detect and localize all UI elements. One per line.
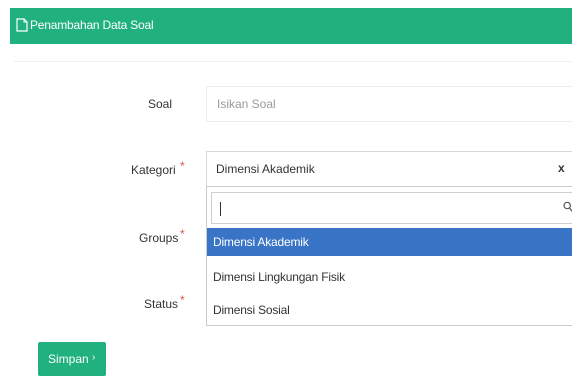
groups-required-mark: * bbox=[180, 227, 185, 241]
chevron-right-icon: › bbox=[92, 352, 96, 363]
header-divider bbox=[14, 61, 572, 62]
soal-input[interactable]: Isikan Soal bbox=[206, 86, 572, 122]
dropdown-option-dimensi-sosial[interactable]: Dimensi Sosial bbox=[207, 296, 572, 324]
kategori-label: Kategori bbox=[131, 163, 176, 177]
status-label: Status bbox=[144, 297, 179, 311]
kategori-selected-value: Dimensi Akademik bbox=[216, 162, 315, 176]
save-button-label: Simpan bbox=[48, 352, 89, 366]
groups-label: Groups bbox=[139, 231, 179, 245]
dropdown-option-dimensi-akademik[interactable]: Dimensi Akademik bbox=[207, 228, 572, 256]
dropdown-search-input[interactable] bbox=[211, 192, 572, 224]
kategori-required-mark: * bbox=[180, 159, 185, 173]
soal-label: Soal bbox=[148, 97, 173, 111]
option-label: Dimensi Akademik bbox=[213, 235, 309, 249]
status-required-mark: * bbox=[180, 293, 185, 307]
option-label: Dimensi Lingkungan Fisik bbox=[213, 270, 345, 284]
document-icon bbox=[16, 18, 28, 32]
kategori-select[interactable]: Dimensi Akademik bbox=[206, 151, 572, 187]
page-title: Penambahan Data Soal bbox=[30, 18, 154, 32]
option-label: Dimensi Sosial bbox=[213, 303, 290, 317]
clear-selection-icon[interactable]: x bbox=[558, 161, 565, 175]
kategori-dropdown: Dimensi Akademik Dimensi Lingkungan Fisi… bbox=[206, 186, 572, 326]
dropdown-option-dimensi-lingkungan-fisik[interactable]: Dimensi Lingkungan Fisik bbox=[207, 263, 572, 291]
search-icon bbox=[563, 201, 572, 212]
soal-placeholder: Isikan Soal bbox=[217, 97, 276, 111]
text-cursor bbox=[220, 202, 221, 216]
save-button[interactable]: Simpan › bbox=[38, 342, 106, 376]
panel-header: Penambahan Data Soal bbox=[10, 8, 572, 44]
